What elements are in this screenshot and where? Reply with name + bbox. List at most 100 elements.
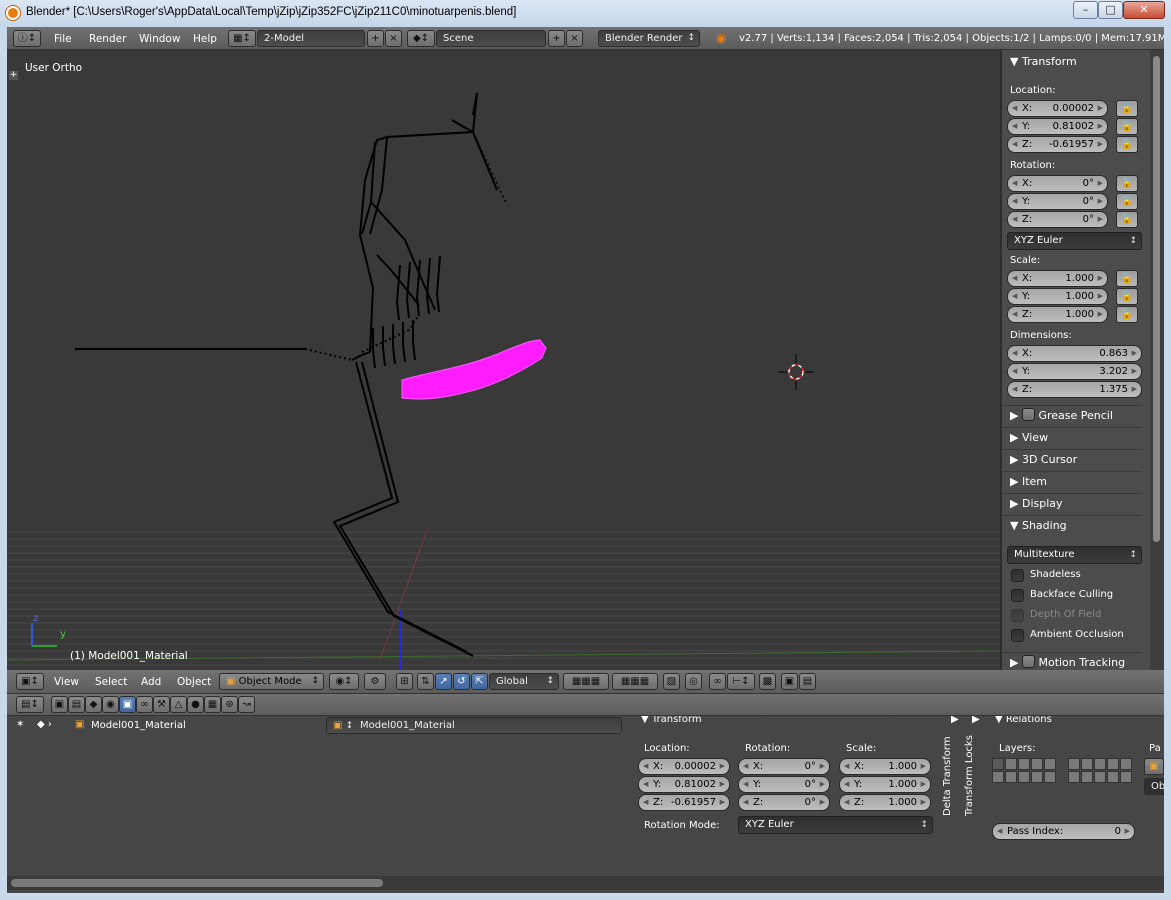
- lock-icon[interactable]: 🔓: [1116, 211, 1138, 228]
- lock-icon[interactable]: 🔓: [1116, 306, 1138, 323]
- scene-tab-icon[interactable]: ◆: [85, 696, 102, 713]
- menu-render[interactable]: Render: [89, 33, 126, 45]
- motion-tracking-checkbox[interactable]: [1021, 655, 1035, 668]
- render-animation-icon[interactable]: ▤: [799, 673, 816, 690]
- location-y-field[interactable]: ◀ Y: 0.81002 ▶: [638, 776, 730, 793]
- pass-index-field[interactable]: ◀ Pass Index: 0 ▶: [992, 823, 1135, 840]
- pivot-point-icon[interactable]: ⚙: [364, 673, 386, 690]
- transform-locks-expand-icon[interactable]: ▶: [972, 716, 980, 725]
- scale-z-field[interactable]: ◀ Z: 1.000 ▶: [1007, 306, 1108, 323]
- physics-tab-icon[interactable]: ↝: [238, 696, 255, 713]
- shadeless-checkbox[interactable]: [1011, 569, 1024, 582]
- world-tab-icon[interactable]: ◉: [102, 696, 119, 713]
- snap-toggle-icon[interactable]: ∞: [709, 673, 726, 690]
- item-panel-header[interactable]: ▶ Item: [1002, 471, 1142, 491]
- remove-screen-icon[interactable]: ×: [385, 30, 402, 47]
- delta-transform-tab[interactable]: Delta Transform: [942, 736, 953, 816]
- constraints-tab-icon[interactable]: ∞: [136, 696, 153, 713]
- lock-camera-icon[interactable]: ▧: [663, 673, 680, 690]
- rotation-z-field[interactable]: ◀ Z: 0° ▶: [1007, 211, 1108, 228]
- menu-select[interactable]: Select: [95, 676, 127, 688]
- lock-icon[interactable]: 🔓: [1116, 175, 1138, 192]
- close-button[interactable]: ✕: [1123, 1, 1165, 19]
- view-panel-header[interactable]: ▶ View: [1002, 427, 1142, 447]
- menu-object[interactable]: Object: [177, 676, 211, 688]
- parent-object-icon[interactable]: ▣: [1144, 758, 1164, 775]
- transform-orientation-select[interactable]: Global ↕: [489, 673, 559, 690]
- relations-section-header[interactable]: ▼ Relations: [995, 716, 1052, 725]
- rotation-x-field[interactable]: ◀ X: 0° ▶: [1007, 175, 1108, 192]
- lock-icon[interactable]: 🔓: [1116, 193, 1138, 210]
- scene-layers-2-icon[interactable]: ▦▦▦: [612, 673, 658, 690]
- translate-manipulator-icon[interactable]: ↗: [435, 673, 452, 690]
- lock-icon[interactable]: 🔓: [1116, 136, 1138, 153]
- menu-add[interactable]: Add: [141, 676, 161, 688]
- scene-icon[interactable]: ◆↕: [407, 30, 435, 47]
- interaction-mode-select[interactable]: ▣ Object Mode ↕: [219, 673, 324, 690]
- lock-icon[interactable]: 🔓: [1116, 118, 1138, 135]
- scale-x-field[interactable]: ◀ X: 1.000 ▶: [839, 758, 931, 775]
- 3d-cursor-panel-header[interactable]: ▶ 3D Cursor: [1002, 449, 1142, 469]
- add-screen-icon[interactable]: +: [367, 30, 384, 47]
- lock-icon[interactable]: 🔓: [1116, 288, 1138, 305]
- selected-mesh[interactable]: [401, 339, 547, 400]
- location-x-field[interactable]: ◀0.00002X:0.00002▶: [638, 758, 730, 775]
- render-engine-select[interactable]: Blender Render ↕: [598, 30, 700, 47]
- rotation-x-field[interactable]: ◀ X: 0° ▶: [738, 758, 830, 775]
- shading-mode-select[interactable]: Multitexture ↕: [1007, 546, 1142, 564]
- location-z-field[interactable]: ◀ Z: -0.61957 ▶: [1007, 136, 1108, 153]
- scale-y-field[interactable]: ◀ Y: 1.000 ▶: [839, 776, 931, 793]
- rotation-z-field[interactable]: ◀ Z: 0° ▶: [738, 794, 830, 811]
- minimize-button[interactable]: –: [1073, 1, 1098, 19]
- npanel-scrollbar-thumb[interactable]: [1153, 56, 1160, 542]
- horizontal-scrollbar-thumb[interactable]: [11, 879, 383, 887]
- backface-culling-checkbox[interactable]: [1011, 589, 1024, 602]
- 3d-cursor-icon[interactable]: [778, 354, 814, 390]
- npanel-scrollbar[interactable]: [1150, 50, 1164, 670]
- ambient-occlusion-checkbox[interactable]: [1011, 629, 1024, 642]
- depth-of-field-checkbox[interactable]: [1011, 609, 1024, 622]
- render-layers-tab-icon[interactable]: ▤: [68, 696, 85, 713]
- dimensions-z-field[interactable]: ◀ Z: 1.375 ▶: [1007, 381, 1142, 398]
- rotation-y-field[interactable]: ◀ Y: 0° ▶: [1007, 193, 1108, 210]
- viewport-shading-icon[interactable]: ◉↕: [329, 673, 359, 690]
- location-x-field[interactable]: ◀ X: 0.00002 ▶: [1007, 100, 1108, 117]
- viewport-canvas[interactable]: [7, 50, 1000, 670]
- lock-icon[interactable]: 🔓: [1116, 100, 1138, 117]
- render-image-icon[interactable]: ▣: [781, 673, 798, 690]
- data-tab-icon[interactable]: △: [170, 696, 187, 713]
- location-y-field[interactable]: ◀ Y: 0.81002 ▶: [1007, 118, 1108, 135]
- object-name-field[interactable]: ▣ ↕ Model001_Material: [326, 717, 622, 734]
- shading-panel-header[interactable]: ▼ Shading: [1002, 515, 1142, 535]
- material-tab-icon[interactable]: ●: [187, 696, 204, 713]
- horizontal-scrollbar[interactable]: [7, 876, 1164, 890]
- scale-x-field[interactable]: ◀ X: 1.000 ▶: [1007, 270, 1108, 287]
- editor-type-3d-view-icon[interactable]: ▣↕: [16, 673, 44, 690]
- transform-manipulator-icon[interactable]: ⇅: [417, 673, 434, 690]
- parent-type-button[interactable]: Ob: [1144, 778, 1164, 795]
- menu-help[interactable]: Help: [193, 33, 217, 45]
- transform-locks-tab[interactable]: Transform Locks: [964, 735, 975, 816]
- manipulator-toggle-icon[interactable]: ⊞: [396, 673, 413, 690]
- 3d-viewport[interactable]: User Ortho + y z (1) Model001_Material: [7, 50, 1000, 670]
- add-scene-icon[interactable]: +: [548, 30, 565, 47]
- proportional-edit-icon[interactable]: ◎: [685, 673, 702, 690]
- rotation-y-field[interactable]: ◀ Y: 0° ▶: [738, 776, 830, 793]
- transform-panel-header[interactable]: ▼ Transform: [1010, 55, 1077, 68]
- editor-type-properties-icon[interactable]: ▤↕: [16, 696, 44, 713]
- scale-y-field[interactable]: ◀ Y: 1.000 ▶: [1007, 288, 1108, 305]
- scene-field[interactable]: Scene: [436, 30, 546, 47]
- texture-tab-icon[interactable]: ▦: [204, 696, 221, 713]
- scale-manipulator-icon[interactable]: ⇱: [471, 673, 488, 690]
- display-panel-header[interactable]: ▶ Display: [1002, 493, 1142, 513]
- toolshelf-expand-icon[interactable]: +: [9, 71, 18, 80]
- snap-element-icon[interactable]: ⊢↕: [727, 673, 755, 690]
- location-z-field[interactable]: ◀ Z: -0.61957 ▶: [638, 794, 730, 811]
- rotation-mode-select[interactable]: XYZ Euler ↕: [1007, 232, 1142, 250]
- motion-tracking-panel-header[interactable]: ▶ Motion Tracking: [1002, 652, 1142, 670]
- modifiers-tab-icon[interactable]: ⚒: [153, 696, 170, 713]
- maximize-button[interactable]: □: [1098, 1, 1123, 19]
- particles-tab-icon[interactable]: ⊛: [221, 696, 238, 713]
- render-tab-icon[interactable]: ▣: [51, 696, 68, 713]
- grease-pencil-checkbox[interactable]: [1021, 408, 1035, 421]
